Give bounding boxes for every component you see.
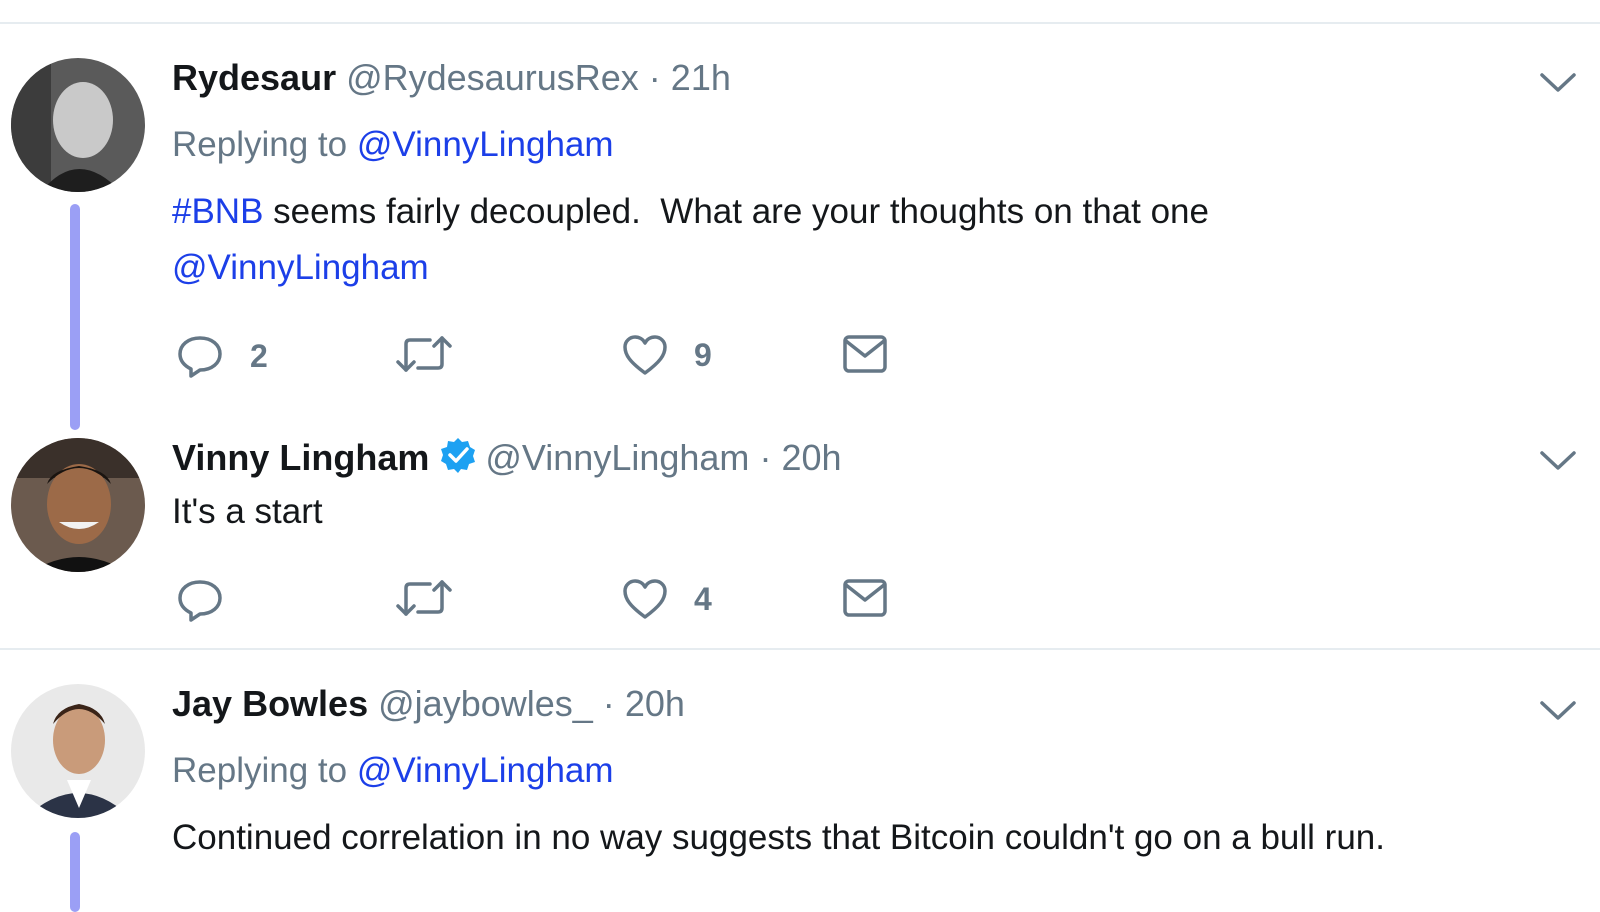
avatar[interactable] — [11, 684, 145, 818]
retweet-button[interactable] — [396, 334, 478, 374]
mention-link[interactable]: @VinnyLingham — [172, 248, 429, 287]
verified-badge-icon — [441, 438, 476, 473]
avatar[interactable] — [11, 58, 145, 192]
tweet-text-body: It's a start — [172, 492, 323, 531]
envelope-icon — [843, 335, 887, 373]
tweet-text: It's a start — [172, 484, 1552, 540]
heart-icon — [623, 579, 667, 619]
replying-to-link[interactable]: @VinnyLingham — [357, 125, 614, 164]
separator: · — [648, 57, 661, 98]
separator: · — [759, 437, 772, 478]
retweet-icon — [396, 580, 452, 616]
timestamp[interactable]: 21h — [671, 57, 731, 98]
like-count: 4 — [694, 580, 712, 617]
hashtag-link[interactable]: #BNB — [172, 192, 263, 231]
like-count: 9 — [694, 336, 712, 373]
tweet-header: Rydesaur @RydesaurusRex · 21h — [172, 56, 731, 100]
chevron-down-icon[interactable] — [1538, 698, 1578, 724]
reply-button[interactable] — [176, 578, 250, 622]
top-divider — [0, 22, 1600, 24]
direct-message-button[interactable] — [842, 578, 888, 618]
chevron-down-icon[interactable] — [1538, 448, 1578, 474]
heart-icon — [623, 335, 667, 375]
direct-message-button[interactable] — [842, 334, 888, 374]
separator: · — [602, 683, 615, 724]
chevron-down-icon[interactable] — [1538, 70, 1578, 96]
display-name[interactable]: Jay Bowles — [172, 683, 368, 724]
envelope-icon — [843, 579, 887, 617]
replying-prefix: Replying to — [172, 751, 348, 790]
conversation-divider — [0, 648, 1600, 650]
reply-button[interactable]: 2 — [176, 334, 268, 378]
display-name[interactable]: Rydesaur — [172, 57, 336, 98]
retweet-button[interactable] — [396, 578, 478, 618]
user-handle[interactable]: @jaybowles_ — [378, 683, 593, 724]
replying-to: Replying to @VinnyLingham — [172, 749, 614, 793]
reply-icon — [178, 336, 222, 378]
tweet-header: Jay Bowles @jaybowles_ · 20h — [172, 682, 685, 726]
retweet-icon — [396, 336, 452, 372]
tweet-header: Vinny Lingham @VinnyLingham · 20h — [172, 436, 842, 480]
tweet-text-body: Continued correlation in no way suggests… — [172, 818, 1385, 857]
replying-to-link[interactable]: @VinnyLingham — [357, 751, 614, 790]
user-handle[interactable]: @VinnyLingham — [485, 437, 749, 478]
reply-count: 2 — [250, 337, 268, 374]
tweet-text: #BNB seems fairly decoupled. What are yo… — [172, 184, 1552, 296]
tweet-text-body: seems fairly decoupled. What are your th… — [263, 192, 1209, 231]
replying-to: Replying to @VinnyLingham — [172, 123, 614, 167]
avatar[interactable] — [11, 438, 145, 572]
timestamp[interactable]: 20h — [781, 437, 841, 478]
like-button[interactable]: 4 — [622, 578, 712, 620]
thread-line — [70, 832, 80, 912]
display-name[interactable]: Vinny Lingham — [172, 437, 429, 478]
timestamp[interactable]: 20h — [625, 683, 685, 724]
tweet-text: Continued correlation in no way suggests… — [172, 810, 1552, 866]
user-handle[interactable]: @RydesaurusRex — [346, 57, 639, 98]
like-button[interactable]: 9 — [622, 334, 712, 376]
replying-prefix: Replying to — [172, 125, 348, 164]
thread-line — [70, 204, 80, 430]
reply-icon — [178, 580, 222, 622]
